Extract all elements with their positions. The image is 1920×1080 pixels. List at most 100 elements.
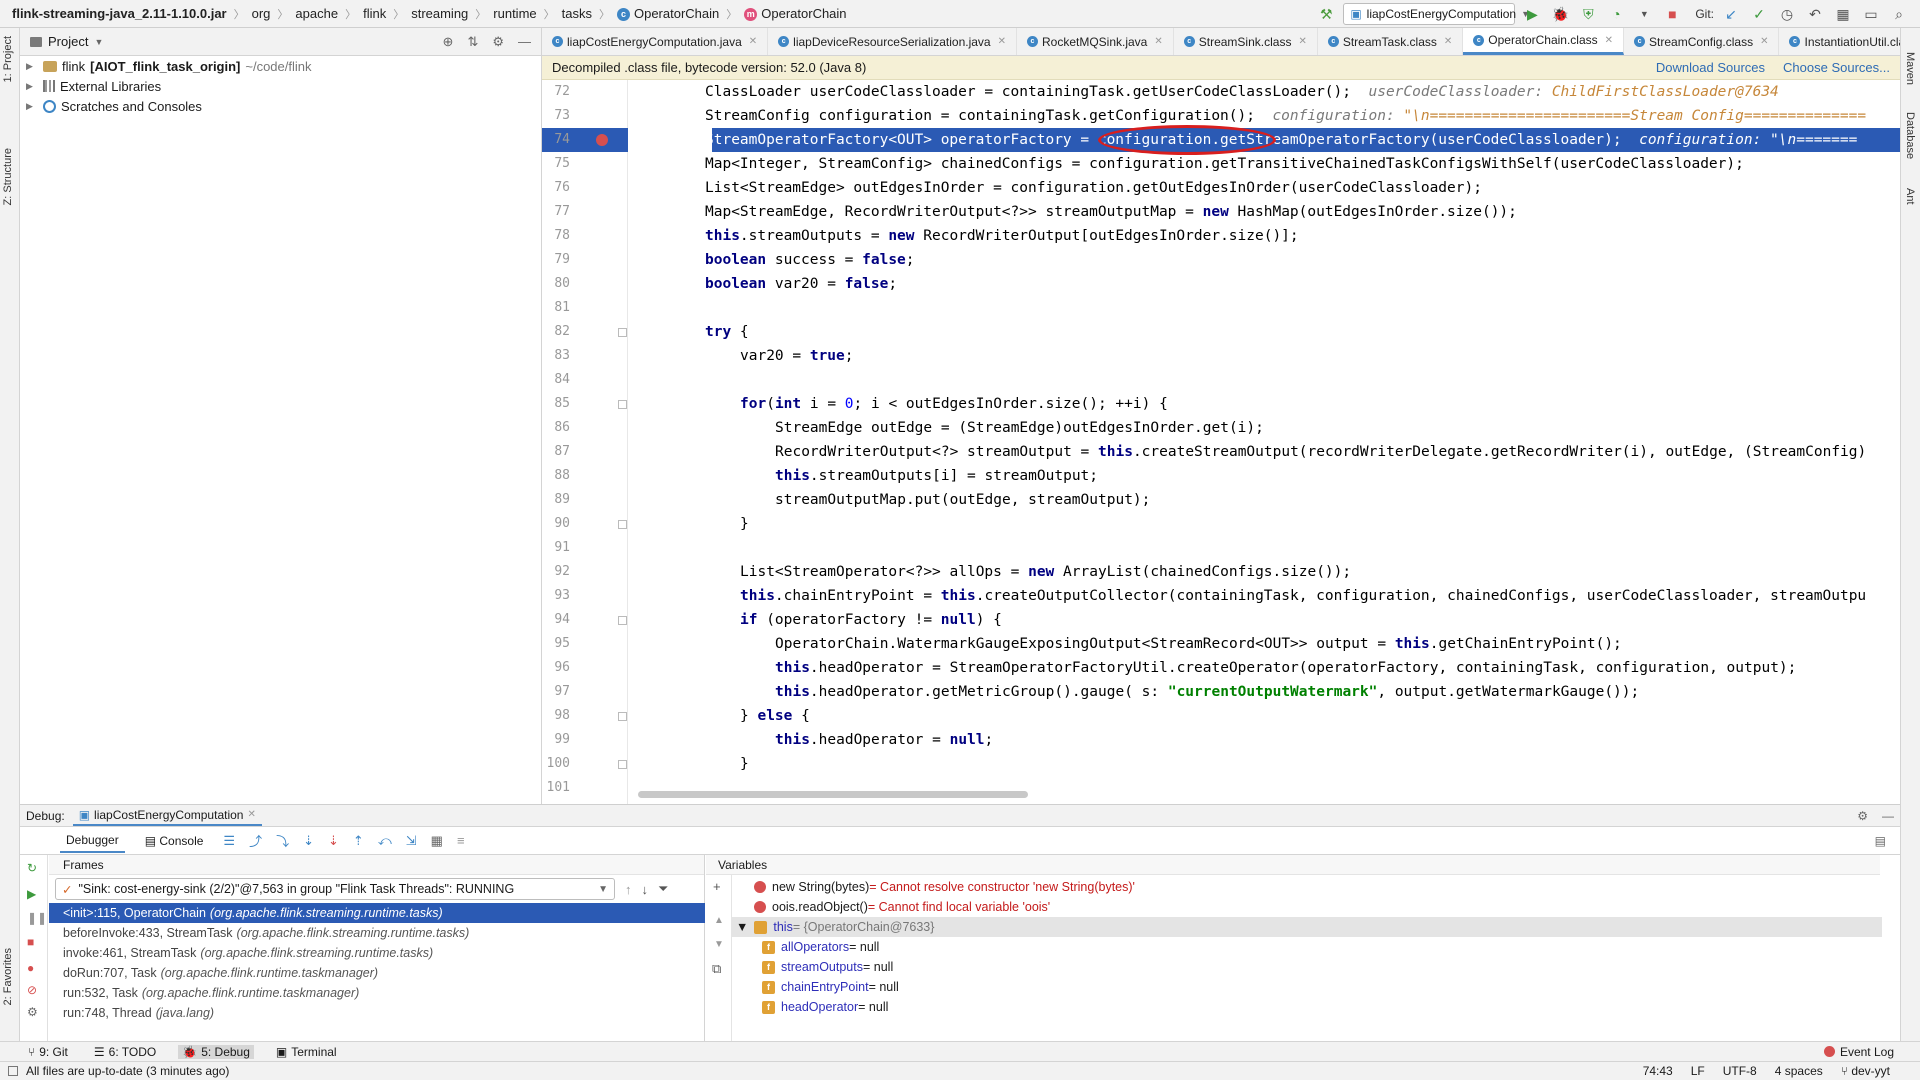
add-icon[interactable]: + — [713, 879, 721, 894]
fold-icon[interactable] — [618, 328, 627, 337]
code-line[interactable]: 83 var20 = true; — [542, 344, 1900, 368]
arrow-up-icon[interactable]: ↑ — [625, 882, 632, 897]
editor-tab[interactable]: cInstantiationUtil.class✕ — [1779, 28, 1900, 55]
code-line[interactable]: 86 StreamEdge outEdge = (StreamEdge)outEd… — [542, 416, 1900, 440]
code-line[interactable]: 79 boolean success = false; — [542, 248, 1900, 272]
hide-icon[interactable]: — — [1882, 809, 1894, 823]
chevron-down-icon[interactable]: ▼ — [94, 37, 103, 47]
gear-icon[interactable]: ⚙ — [492, 34, 504, 50]
code-line[interactable]: 77 Map<StreamEdge, RecordWriterOutput<?>>… — [542, 200, 1900, 224]
code-line[interactable]: 76 List<StreamEdge> outEdgesInOrder = con… — [542, 176, 1900, 200]
variable-row[interactable]: f allOperators = null — [732, 937, 1882, 957]
tool-tab-database[interactable]: Database — [1904, 112, 1916, 159]
step-over-icon[interactable]: ⤵ — [276, 831, 289, 850]
run-icon[interactable]: ▶ — [1521, 3, 1543, 25]
chevron-down-icon[interactable]: ▼ — [1633, 3, 1655, 25]
code-line[interactable]: 78 this.streamOutputs = new RecordWriterO… — [542, 224, 1900, 248]
indent-setting[interactable]: 4 spaces — [1775, 1064, 1823, 1078]
force-step-into-icon[interactable]: ⇣ — [328, 833, 339, 849]
caret-position[interactable]: 74:43 — [1643, 1064, 1673, 1078]
breadcrumb-item[interactable]: flink — [363, 6, 386, 21]
close-icon[interactable]: ✕ — [1444, 36, 1452, 47]
editor-tab[interactable]: c StreamConfig.class ✕ — [1624, 28, 1780, 55]
project-panel-title[interactable]: Project — [48, 34, 88, 49]
code-line[interactable]: 100} — [542, 752, 1900, 776]
code-line[interactable]: 94 if (operatorFactory != null) { — [542, 608, 1900, 632]
code-line[interactable]: 74 StreamOperatorFactory<OUT> operatorFac… — [542, 125, 1900, 155]
trace-icon[interactable]: ≡ — [457, 833, 465, 848]
editor-tab[interactable]: c OperatorChain.class ✕ — [1463, 28, 1625, 55]
tool-tab-favorites[interactable]: 2: Favorites — [2, 948, 14, 1005]
run-to-cursor-icon[interactable]: ⇲ — [406, 833, 417, 849]
stack-frame[interactable]: run:532, Task (org.apache.flink.runtime.t… — [49, 983, 705, 1003]
copy-icon[interactable]: ⧉ — [712, 961, 721, 977]
thread-select[interactable]: ✓ "Sink: cost-energy-sink (2/2)"@7,563 i… — [55, 878, 615, 900]
code-line[interactable]: 88 this.streamOutputs[i] = streamOutput; — [542, 464, 1900, 488]
pause-icon[interactable]: ❚❚ — [27, 911, 47, 925]
code-line[interactable]: 91 — [542, 536, 1900, 560]
download-sources-link[interactable]: Download Sources — [1656, 60, 1765, 75]
code-line[interactable]: 89 streamOutputMap.put(outEdge, streamOut… — [542, 488, 1900, 512]
code-line[interactable]: 90} — [542, 512, 1900, 536]
choose-sources-link[interactable]: Choose Sources... — [1783, 60, 1890, 75]
arrow-down-icon[interactable]: ↓ — [642, 882, 649, 897]
close-icon[interactable]: ✕ — [1298, 36, 1306, 47]
stack-frame[interactable]: <init>:115, OperatorChain (org.apache.fli… — [49, 903, 705, 923]
step-out-icon[interactable]: ⇡ — [353, 833, 364, 849]
code-line[interactable]: 85 for(int i = 0; i < outEdgesInOrder.siz… — [542, 392, 1900, 416]
resume-icon[interactable]: ▶ — [27, 887, 36, 901]
code-line[interactable]: 73 StreamConfig configuration = containin… — [542, 104, 1900, 128]
editor-tab[interactable]: c liapDeviceResourceSerialization.java ✕ — [768, 28, 1017, 55]
breadcrumb-item[interactable]: c OperatorChain — [616, 6, 719, 22]
evaluate-icon[interactable]: ▦ — [431, 833, 443, 849]
drop-frame-icon[interactable]: ⤺ — [378, 833, 392, 849]
stack-frame[interactable]: invoke:461, StreamTask (org.apache.flink.… — [49, 943, 705, 963]
line-separator[interactable]: LF — [1691, 1064, 1705, 1078]
hammer-icon[interactable]: ⚒ — [1315, 3, 1337, 25]
collapse-all-icon[interactable]: ⇅ — [467, 34, 478, 50]
close-icon[interactable]: ✕ — [1605, 35, 1613, 46]
code-line[interactable]: 80 boolean var20 = false; — [542, 272, 1900, 296]
code-line[interactable]: 92 List<StreamOperator<?>> allOps = new A… — [542, 560, 1900, 584]
git-history-icon[interactable]: ◷ — [1776, 3, 1798, 25]
chevron-right-icon[interactable]: ▶ — [26, 101, 38, 112]
code-line[interactable]: 87 RecordWriterOutput<?> streamOutput = t… — [542, 440, 1900, 464]
code-line[interactable]: 75 Map<Integer, StreamConfig> chainedConf… — [542, 152, 1900, 176]
breadcrumb-item[interactable]: m OperatorChain — [744, 6, 847, 22]
arrow-up-icon[interactable]: ▲ — [714, 915, 724, 926]
run-configuration-select[interactable]: ▣ liapCostEnergyComputation ▼ — [1343, 3, 1530, 25]
tool-window-git[interactable]: ⑂ 9: Git — [24, 1045, 72, 1059]
editor-tab[interactable]: c StreamTask.class ✕ — [1318, 28, 1464, 55]
code-line[interactable]: 98} else { — [542, 704, 1900, 728]
tree-item-external-libraries[interactable]: ▶ External Libraries — [20, 76, 541, 96]
horizontal-scrollbar[interactable] — [638, 791, 1028, 798]
close-icon[interactable]: ✕ — [1154, 36, 1162, 47]
git-branch[interactable]: ⑂ dev-yyt — [1841, 1064, 1890, 1078]
hide-icon[interactable]: — — [518, 34, 531, 50]
chevron-down-icon[interactable]: ▼ — [736, 920, 748, 934]
code-line[interactable]: 81 — [542, 296, 1900, 320]
arrow-down-icon[interactable]: ▼ — [714, 939, 724, 950]
menu-icon[interactable]: ☰ — [223, 833, 235, 849]
debug-session-tab[interactable]: ▣ liapCostEnergyComputation ✕ — [72, 806, 262, 826]
stop-icon[interactable]: ■ — [27, 935, 34, 949]
variable-row[interactable]: f headOperator = null — [732, 997, 1882, 1017]
presentation-icon[interactable]: ▭ — [1860, 3, 1882, 25]
code-line[interactable]: 82 try { — [542, 320, 1900, 344]
stack-frame[interactable]: doRun:707, Task (org.apache.flink.runtime… — [49, 963, 705, 983]
locate-icon[interactable]: ⊕ — [443, 34, 454, 50]
rollback-icon[interactable]: ↶ — [1804, 3, 1826, 25]
debug-icon[interactable]: 🐞 — [1549, 3, 1571, 25]
variable-row[interactable]: f chainEntryPoint = null — [732, 977, 1882, 997]
breadcrumb-item[interactable]: apache — [295, 6, 338, 21]
fold-icon[interactable] — [618, 520, 627, 529]
tool-tab-project[interactable]: 1: Project — [2, 36, 14, 82]
rerun-icon[interactable]: ↻ — [27, 861, 37, 875]
status-icon[interactable] — [8, 1066, 18, 1076]
editor-tab[interactable]: c liapCostEnergyComputation.java ✕ — [542, 28, 769, 55]
stop-icon[interactable]: ■ — [1661, 3, 1683, 25]
code-line[interactable]: 72 ClassLoader userCodeClassloader = cont… — [542, 80, 1900, 104]
mute-breakpoints-icon[interactable]: ⊘ — [27, 983, 37, 997]
fold-icon[interactable] — [618, 400, 627, 409]
chevron-right-icon[interactable]: ▶ — [26, 61, 38, 72]
